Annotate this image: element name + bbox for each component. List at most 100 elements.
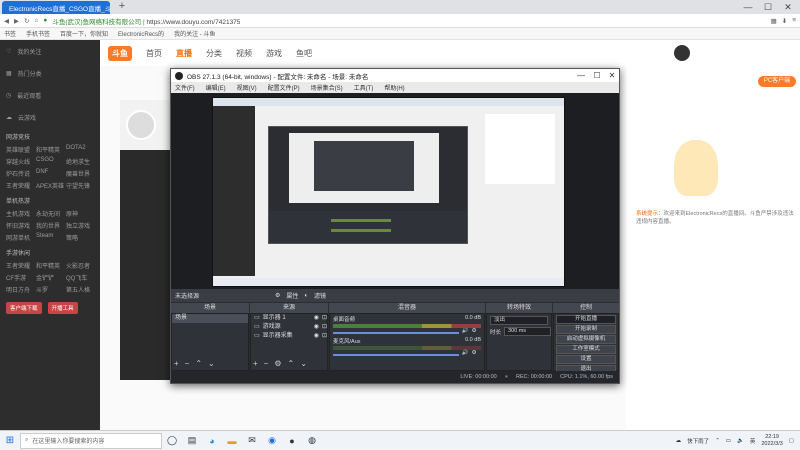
sidebar-game-link[interactable]: 独立游戏 <box>66 221 94 230</box>
obs-app-icon[interactable]: ● <box>282 436 302 446</box>
mail-icon[interactable]: ✉ <box>242 435 262 446</box>
chevron-up-icon[interactable]: ⌃ <box>288 359 295 368</box>
settings-button[interactable]: 设置 <box>556 355 616 364</box>
forward-icon[interactable]: ▶ <box>14 17 19 25</box>
network-icon[interactable]: ▭ <box>726 438 731 444</box>
bookmark-item[interactable]: 我的关注 - 斗鱼 <box>174 29 215 38</box>
eye-icon[interactable]: ◉ <box>314 332 319 341</box>
obs-maximize-button[interactable]: ☐ <box>590 69 604 82</box>
new-tab-button[interactable]: + <box>116 0 128 14</box>
sidebar-game-link[interactable]: 永劫无间 <box>36 209 64 218</box>
nav-item[interactable]: 游戏 <box>266 48 282 59</box>
edge-browser-icon[interactable]: ◕ <box>202 436 222 446</box>
sidebar-game-link[interactable]: APEX英雄 <box>36 181 64 190</box>
filters-button[interactable]: 滤镜 <box>314 291 326 300</box>
sidebar-game-link[interactable]: 主机游戏 <box>6 209 34 218</box>
add-icon[interactable]: + <box>253 359 258 368</box>
sidebar-game-link[interactable]: CF手游 <box>6 273 34 282</box>
pc-client-button[interactable]: PC客户端 <box>758 76 796 87</box>
sidebar-game-link[interactable]: 穿越火线 <box>6 157 34 166</box>
duration-input[interactable]: 300 ms <box>504 327 551 336</box>
studio-mode-button[interactable]: 工作室模式 <box>556 345 616 354</box>
lock-icon[interactable]: ⊡ <box>322 314 327 323</box>
sidebar-game-link[interactable]: 炉石传说 <box>6 169 34 178</box>
add-icon[interactable]: + <box>174 359 179 368</box>
start-streaming-button[interactable]: 开始直播 <box>556 315 616 324</box>
extensions-icon[interactable]: ▦ <box>771 17 777 25</box>
sidebar-game-link[interactable]: 绝地求生 <box>66 157 94 166</box>
obs-menu-item[interactable]: 文件(F) <box>175 83 195 92</box>
close-window-button[interactable]: ✕ <box>780 0 796 14</box>
bookmark-item[interactable]: 百度一下，你就知 <box>60 29 108 38</box>
obs-menu-item[interactable]: 视图(V) <box>237 83 257 92</box>
sidebar-game-link[interactable]: Steam <box>36 233 64 242</box>
sidebar-game-link[interactable]: QQ飞车 <box>66 273 94 282</box>
sidebar-game-link[interactable]: 策略 <box>66 233 94 242</box>
obs-menu-item[interactable]: 工具(T) <box>354 83 374 92</box>
sidebar-game-link[interactable]: 魔兽世界 <box>66 169 94 178</box>
steam-icon[interactable]: ◍ <box>302 435 322 446</box>
streamer-avatar[interactable] <box>126 110 156 140</box>
refresh-icon[interactable]: ↻ <box>24 17 29 25</box>
sidebar-game-link[interactable]: 怀旧游戏 <box>6 221 34 230</box>
notification-icon[interactable]: ▢ <box>789 438 794 444</box>
virtual-camera-button[interactable]: 启动虚拟摄像机 <box>556 335 616 344</box>
broadcast-tool-button[interactable]: 开播工具 <box>47 302 78 314</box>
clock[interactable]: 22:19 2022/3/3 <box>761 434 782 448</box>
lock-icon[interactable]: ⊡ <box>322 332 327 341</box>
chevron-down-icon[interactable]: ⌄ <box>208 359 215 368</box>
source-item[interactable]: ▭ 游戏源 ◉ ⊡ <box>251 323 327 332</box>
speaker-icon[interactable]: 🔊 <box>462 350 469 356</box>
bookmark-item[interactable]: ElectronicRecs的 <box>118 29 164 38</box>
obs-preview[interactable] <box>171 93 619 289</box>
sidebar-game-link[interactable]: 原神 <box>66 209 94 218</box>
bookmark-item[interactable]: 手机书签 <box>26 29 50 38</box>
nav-item[interactable]: 首页 <box>146 48 162 59</box>
nav-item[interactable]: 视频 <box>236 48 252 59</box>
filter-icon[interactable]: ◐ <box>304 293 308 299</box>
task-view-icon[interactable]: ◯ <box>162 435 182 446</box>
chevron-up-icon[interactable]: ⌃ <box>195 359 202 368</box>
sidebar-game-link[interactable]: 守望先锋 <box>66 181 94 190</box>
remove-icon[interactable]: − <box>185 359 190 368</box>
menu-icon[interactable]: ≡ <box>792 17 796 24</box>
gear-icon[interactable]: ⚙ <box>472 350 477 356</box>
chevron-up-icon[interactable]: ⌃ <box>715 438 720 444</box>
sidebar-game-link[interactable]: 和平精英 <box>36 261 64 270</box>
volume-slider[interactable] <box>333 331 459 334</box>
sidebar-game-link[interactable]: 王者荣耀 <box>6 181 34 190</box>
sidebar-game-link[interactable]: 和平精英 <box>36 145 64 154</box>
nav-item[interactable]: 分类 <box>206 48 222 59</box>
windows-start-icon[interactable]: ⊞ <box>0 435 20 446</box>
properties-button[interactable]: 属性 <box>286 291 298 300</box>
remove-icon[interactable]: − <box>264 359 269 368</box>
sidebar-game-link[interactable]: CSGO <box>36 157 64 166</box>
downloads-icon[interactable]: ⬇ <box>782 17 787 25</box>
file-explorer-icon[interactable]: ▬ <box>222 436 242 446</box>
browser-tab-active[interactable]: ElectronicRecs直播_CSGO直播_斗 ✕ <box>2 1 110 14</box>
lock-icon[interactable]: ⊡ <box>322 323 327 332</box>
speaker-icon[interactable]: 🔊 <box>462 328 469 334</box>
home-icon[interactable]: ⌂ <box>34 17 38 24</box>
sidebar-item-follow[interactable]: ♡ 我的关注 <box>0 40 100 62</box>
gear-icon[interactable]: ⚙ <box>274 359 281 368</box>
client-download-button[interactable]: 客户端下载 <box>6 302 42 314</box>
sidebar-game-link[interactable]: 我的世界 <box>36 221 64 230</box>
volume-slider[interactable] <box>333 353 459 356</box>
start-recording-button[interactable]: 开始录制 <box>556 325 616 334</box>
sidebar-game-link[interactable]: 王者荣耀 <box>6 261 34 270</box>
gear-icon[interactable]: ⚙ <box>472 328 477 334</box>
gear-icon[interactable]: ⚙ <box>275 292 280 299</box>
sidebar-game-link[interactable]: DOTA2 <box>66 145 94 154</box>
sidebar-game-link[interactable]: 金铲铲 <box>36 273 64 282</box>
eye-icon[interactable]: ◉ <box>314 314 319 323</box>
source-item[interactable]: ▭ 显示器 1 ◉ ⊡ <box>251 314 327 323</box>
maximize-button[interactable]: ☐ <box>760 0 776 14</box>
sidebar-game-link[interactable]: 网游单机 <box>6 233 34 242</box>
sidebar-game-link[interactable]: DNF <box>36 169 64 178</box>
obs-minimize-button[interactable]: — <box>574 69 588 82</box>
sidebar-game-link[interactable]: 火影忍者 <box>66 261 94 270</box>
chevron-down-icon[interactable]: ⌄ <box>300 359 307 368</box>
minimize-button[interactable]: — <box>740 0 756 14</box>
weather-text[interactable]: 快下雨了 <box>687 437 709 445</box>
